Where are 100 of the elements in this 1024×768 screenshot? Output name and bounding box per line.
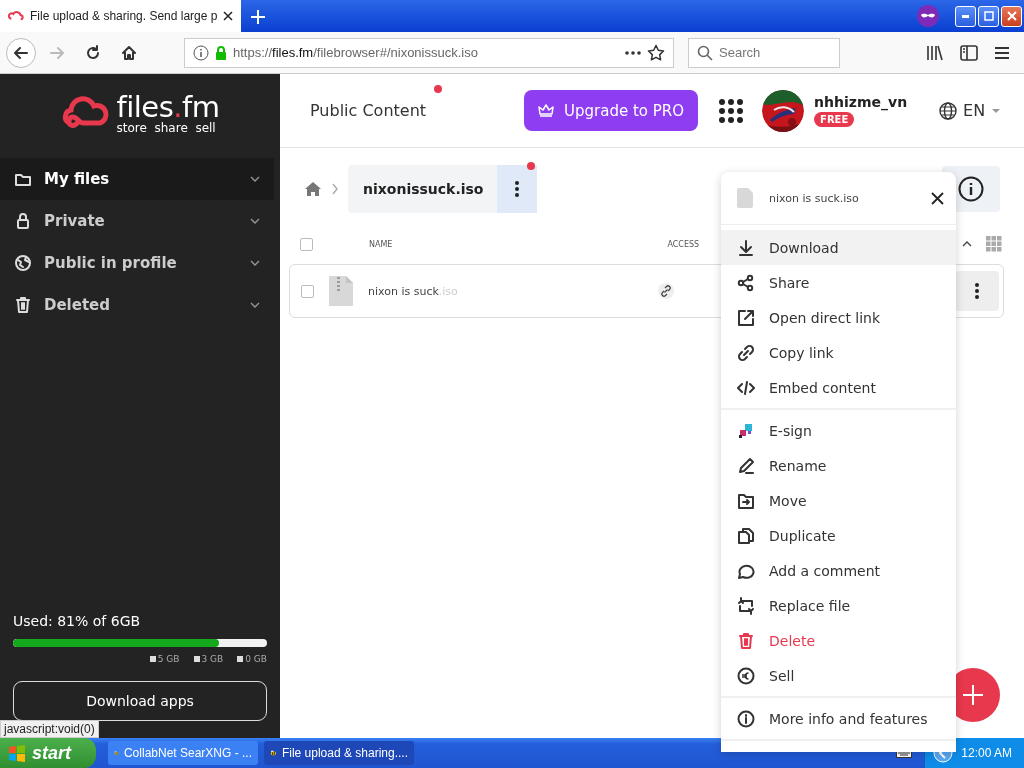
new-tab-icon[interactable] — [251, 10, 266, 24]
info-icon — [193, 44, 209, 61]
menu-item[interactable]: Download — [721, 230, 956, 265]
more-icon[interactable] — [625, 50, 641, 55]
trash-icon — [14, 296, 32, 314]
sidebar-item[interactable]: Public in profile — [0, 242, 274, 284]
cloud-logo-icon — [60, 95, 111, 131]
zip-file-icon — [329, 276, 353, 306]
storage-usage-text: Used: 81% of 6GB — [13, 613, 142, 629]
file-icon — [737, 188, 753, 208]
status-tooltip: javascript:void(0) — [0, 720, 99, 738]
mask-icon — [917, 5, 939, 27]
menu-item[interactable]: Add a comment — [721, 553, 956, 588]
close-icon — [1004, 9, 1019, 23]
clock: 12:00 AM — [961, 746, 1012, 760]
browser-tab[interactable]: File upload & sharing. Send large p — [0, 0, 242, 32]
menu-item[interactable]: More info and features — [721, 701, 956, 736]
search-field[interactable]: Search — [688, 37, 840, 68]
info-icon — [737, 709, 755, 728]
menu-item[interactable]: Embed content — [721, 370, 956, 405]
sidebar-icon[interactable] — [960, 44, 978, 61]
column-header[interactable]: NAME — [369, 239, 393, 249]
menu-item[interactable]: Replace file — [721, 588, 956, 623]
home-icon[interactable] — [304, 181, 322, 197]
sidebar-item[interactable]: My files — [0, 158, 274, 200]
code-icon — [737, 378, 755, 397]
back-button[interactable] — [6, 37, 36, 68]
page-title[interactable]: Public Content — [310, 101, 427, 120]
link-icon — [737, 343, 755, 362]
folder-actions-button[interactable] — [496, 165, 537, 213]
reload-icon — [84, 43, 102, 62]
chevron-down-icon — [250, 176, 260, 182]
logo-text: files.fm — [116, 92, 220, 122]
menu-file-name: nixon is suck.iso — [769, 191, 860, 205]
star-icon[interactable] — [647, 43, 665, 62]
menu-item[interactable]: Share — [721, 265, 956, 300]
logo-tagline: store share sell — [116, 122, 217, 134]
legend-label: 0 GB — [237, 654, 267, 664]
close-icon[interactable] — [223, 11, 234, 21]
chevron-down-icon — [250, 260, 260, 266]
lock-icon — [14, 212, 32, 230]
row-checkbox[interactable] — [301, 284, 314, 298]
share-icon — [737, 273, 755, 292]
crown-icon — [538, 103, 555, 118]
file-name[interactable]: nixon is suck.iso — [368, 284, 658, 298]
kebab-icon — [514, 181, 519, 197]
legend-label: 5 GB — [149, 654, 180, 664]
download-icon — [737, 238, 755, 257]
taskbar-button[interactable]: File upload & sharing.... — [264, 741, 414, 765]
chevron-right-icon — [332, 183, 338, 195]
language-selector[interactable]: EN — [939, 101, 1002, 120]
globe-icon — [939, 101, 958, 120]
url-text: https://files.fm/filebrowser#/nixonissuck.iso — [233, 45, 479, 60]
maximize-icon — [981, 9, 996, 23]
address-bar[interactable]: https://files.fm/filebrowser#/nixonissuck.iso — [184, 37, 674, 68]
kebab-icon — [975, 283, 979, 299]
search-icon — [697, 44, 713, 61]
column-header[interactable]: ACCESS — [667, 239, 700, 249]
external-link-icon — [737, 308, 755, 327]
sidebar-item[interactable]: Deleted — [0, 284, 274, 326]
caret-down-icon — [991, 107, 1002, 114]
menu-item[interactable]: Move — [721, 483, 956, 518]
home-icon — [120, 43, 138, 62]
select-all-checkbox[interactable] — [300, 237, 313, 251]
username[interactable]: nhhizme_vn — [814, 94, 908, 110]
minimize-button[interactable] — [955, 5, 976, 27]
windows-logo-icon — [8, 744, 26, 762]
menu-item[interactable]: Sell — [721, 658, 956, 693]
menu-item[interactable]: Rename — [721, 448, 956, 483]
apps-grid-icon[interactable] — [718, 97, 745, 124]
lock-icon — [215, 45, 227, 60]
menu-icon[interactable] — [994, 45, 1010, 60]
duplicate-icon — [737, 526, 755, 545]
chevron-down-icon — [250, 302, 260, 308]
info-icon — [958, 176, 984, 202]
plus-icon — [962, 684, 984, 706]
chevron-up-icon[interactable] — [962, 241, 972, 247]
cloud-logo-icon — [8, 10, 24, 22]
maximize-button[interactable] — [978, 5, 999, 27]
library-icon[interactable] — [926, 44, 944, 61]
menu-item[interactable]: Delete — [721, 623, 956, 658]
taskbar-button[interactable]: CollabNet SearXNG - ... — [108, 741, 258, 765]
minimize-icon — [962, 14, 969, 18]
menu-item[interactable]: Copy link — [721, 335, 956, 370]
sidebar-item[interactable]: Private — [0, 200, 274, 242]
globe-icon — [14, 254, 32, 272]
trash-icon — [737, 631, 755, 650]
chevron-down-icon — [250, 218, 260, 224]
upgrade-button[interactable]: Upgrade to PRO — [524, 90, 699, 131]
file-actions-button[interactable] — [955, 271, 999, 311]
close-icon — [931, 191, 944, 205]
replace-icon — [737, 596, 755, 615]
folder-arrow-icon — [737, 491, 755, 510]
close-button[interactable] — [931, 191, 944, 205]
esign-icon — [737, 421, 755, 440]
pencil-icon — [737, 456, 755, 475]
menu-item[interactable]: Duplicate — [721, 518, 956, 553]
menu-item[interactable]: E-sign — [721, 413, 956, 448]
plan-badge: FREE — [814, 112, 855, 127]
legend-label: 3 GB — [193, 654, 224, 664]
